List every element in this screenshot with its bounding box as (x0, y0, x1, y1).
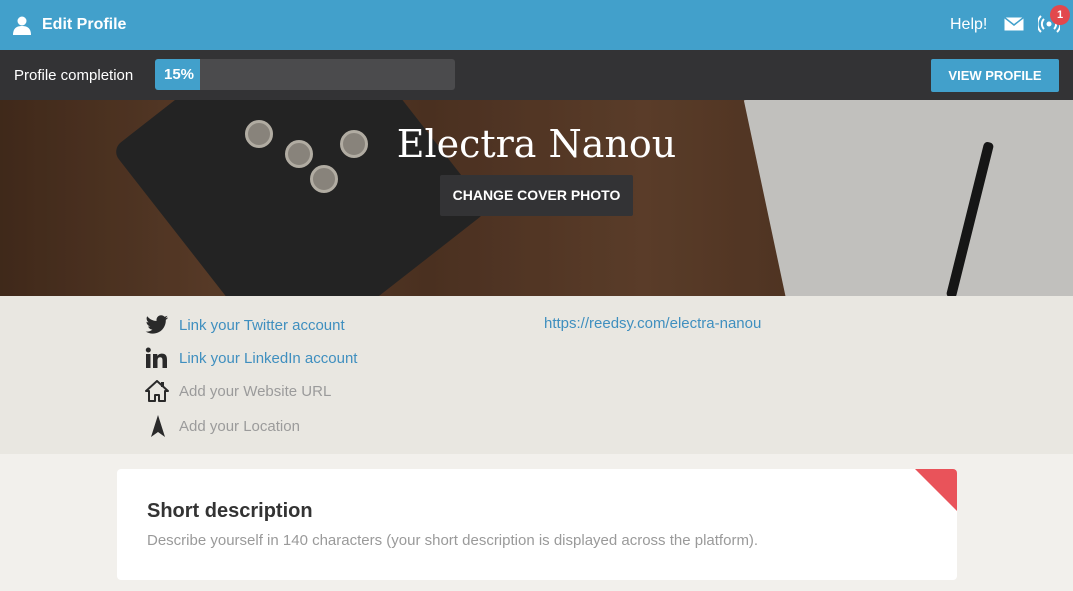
help-link[interactable]: Help! (950, 16, 987, 34)
top-bar: Edit Profile Help! 1 (0, 0, 1073, 50)
short-description-title: Short description (147, 500, 313, 522)
linkedin-icon (145, 347, 167, 368)
page-title: Edit Profile (42, 16, 127, 33)
short-description-card[interactable]: Short description Describe yourself in 1… (117, 469, 957, 580)
notification-badge[interactable]: 1 (1050, 5, 1070, 25)
progress-track: 15% (155, 59, 455, 90)
profile-completion-label: Profile completion (14, 67, 134, 84)
twitter-link[interactable]: Link your Twitter account (179, 317, 345, 334)
profile-url-link[interactable]: https://reedsy.com/electra-nanou (544, 315, 761, 332)
view-profile-button[interactable]: VIEW PROFILE (931, 59, 1059, 92)
linkedin-link[interactable]: Link your LinkedIn account (179, 350, 357, 367)
mail-icon[interactable] (1004, 17, 1024, 31)
profile-links-section: Link your Twitter account Link your Link… (0, 296, 1073, 454)
cover-photo: Electra Nanou CHANGE COVER PHOTO (0, 100, 1073, 296)
incomplete-corner-marker (915, 469, 957, 511)
short-description-hint: Describe yourself in 140 characters (you… (147, 532, 759, 549)
progress-fill: 15% (155, 59, 200, 90)
change-cover-photo-button[interactable]: CHANGE COVER PHOTO (440, 175, 633, 216)
home-icon (145, 380, 169, 402)
twitter-icon (145, 315, 169, 334)
website-link[interactable]: Add your Website URL (179, 383, 331, 400)
location-arrow-icon (151, 415, 165, 437)
user-icon (13, 16, 31, 35)
location-link[interactable]: Add your Location (179, 418, 300, 435)
profile-name: Electra Nanou (396, 122, 677, 166)
profile-completion-bar: Profile completion 15% VIEW PROFILE (0, 50, 1073, 100)
